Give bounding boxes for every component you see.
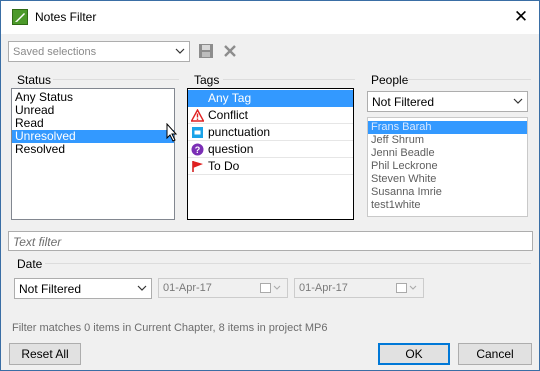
status-group-label: Status bbox=[17, 73, 52, 87]
blue-square-icon bbox=[192, 127, 203, 138]
ok-button[interactable]: OK bbox=[378, 343, 450, 365]
red-flag-icon bbox=[192, 161, 203, 172]
delete-x-icon bbox=[224, 45, 236, 57]
calendar-dropdown-icon bbox=[396, 283, 417, 293]
date-to-value: 01-Apr-17 bbox=[299, 282, 348, 294]
text-filter-input[interactable]: Text filter bbox=[8, 231, 533, 251]
tag-item-punctuation[interactable]: punctuation bbox=[188, 124, 353, 141]
people-filter-value: Not Filtered bbox=[372, 95, 435, 109]
person-item[interactable]: Phil Leckrone bbox=[368, 160, 527, 173]
date-mode-value: Not Filtered bbox=[19, 282, 82, 296]
tag-item-todo[interactable]: To Do bbox=[188, 158, 353, 175]
tags-group-label: Tags bbox=[194, 73, 220, 87]
filter-match-message: Filter matches 0 items in Current Chapte… bbox=[12, 322, 328, 334]
title-bar: Notes Filter ✕ bbox=[1, 1, 539, 34]
person-item[interactable]: Steven White bbox=[368, 173, 527, 186]
chevron-down-icon bbox=[513, 98, 523, 104]
people-filter-combo[interactable]: Not Filtered bbox=[367, 91, 528, 112]
date-group-label: Date bbox=[17, 257, 43, 271]
tags-list[interactable]: Any Tag Conflict punctuation ? question … bbox=[187, 88, 354, 220]
notes-filter-dialog: Notes Filter ✕ Saved selections Status A… bbox=[0, 0, 540, 371]
date-group-divider bbox=[45, 263, 531, 264]
app-icon bbox=[12, 9, 28, 25]
people-list[interactable]: Frans Barah Jeff Shrum Jenni Beadle Phil… bbox=[367, 117, 528, 217]
tag-label: Conflict bbox=[208, 108, 249, 122]
saved-selections-placeholder: Saved selections bbox=[13, 46, 97, 58]
people-group-label: People bbox=[371, 73, 409, 87]
status-list[interactable]: Any Status Unread Read Unresolved Resolv… bbox=[11, 88, 175, 220]
person-item[interactable]: Jeff Shrum bbox=[368, 134, 527, 147]
floppy-disk-icon bbox=[199, 44, 213, 58]
status-group-divider bbox=[53, 79, 179, 80]
tag-label: punctuation bbox=[208, 125, 271, 139]
delete-selection-button[interactable] bbox=[220, 41, 240, 61]
date-mode-combo[interactable]: Not Filtered bbox=[14, 278, 152, 299]
save-selection-button[interactable] bbox=[196, 41, 216, 61]
calendar-dropdown-icon bbox=[260, 283, 281, 293]
date-to-picker[interactable]: 01-Apr-17 bbox=[294, 278, 424, 298]
tag-item-conflict[interactable]: Conflict bbox=[188, 107, 353, 124]
warning-triangle-icon bbox=[191, 109, 204, 122]
person-item-selected[interactable]: Frans Barah bbox=[368, 121, 527, 134]
saved-selections-combo[interactable]: Saved selections bbox=[8, 41, 190, 62]
svg-text:?: ? bbox=[195, 145, 201, 155]
text-filter-placeholder: Text filter bbox=[13, 235, 62, 249]
people-group-divider bbox=[407, 79, 531, 80]
chevron-down-icon bbox=[137, 285, 147, 291]
person-item[interactable]: Susanna Imrie bbox=[368, 186, 527, 199]
reset-all-button[interactable]: Reset All bbox=[9, 343, 81, 365]
window-title: Notes Filter bbox=[35, 10, 97, 24]
person-item[interactable]: Jenni Beadle bbox=[368, 147, 527, 160]
date-from-picker[interactable]: 01-Apr-17 bbox=[158, 278, 288, 298]
tag-item-any[interactable]: Any Tag bbox=[188, 90, 353, 107]
date-from-value: 01-Apr-17 bbox=[163, 282, 212, 294]
tag-label: Any Tag bbox=[208, 91, 252, 105]
tag-label: To Do bbox=[208, 159, 240, 173]
cancel-button[interactable]: Cancel bbox=[458, 343, 532, 365]
chevron-down-icon bbox=[175, 48, 185, 54]
close-icon[interactable]: ✕ bbox=[507, 5, 535, 29]
tag-item-question[interactable]: ? question bbox=[188, 141, 353, 158]
status-item[interactable]: Resolved bbox=[12, 143, 174, 156]
mouse-cursor-icon bbox=[166, 123, 178, 142]
tags-group-divider bbox=[223, 79, 355, 80]
purple-question-icon: ? bbox=[191, 143, 204, 156]
person-item[interactable]: test1white bbox=[368, 199, 527, 212]
tag-label: question bbox=[208, 142, 254, 156]
